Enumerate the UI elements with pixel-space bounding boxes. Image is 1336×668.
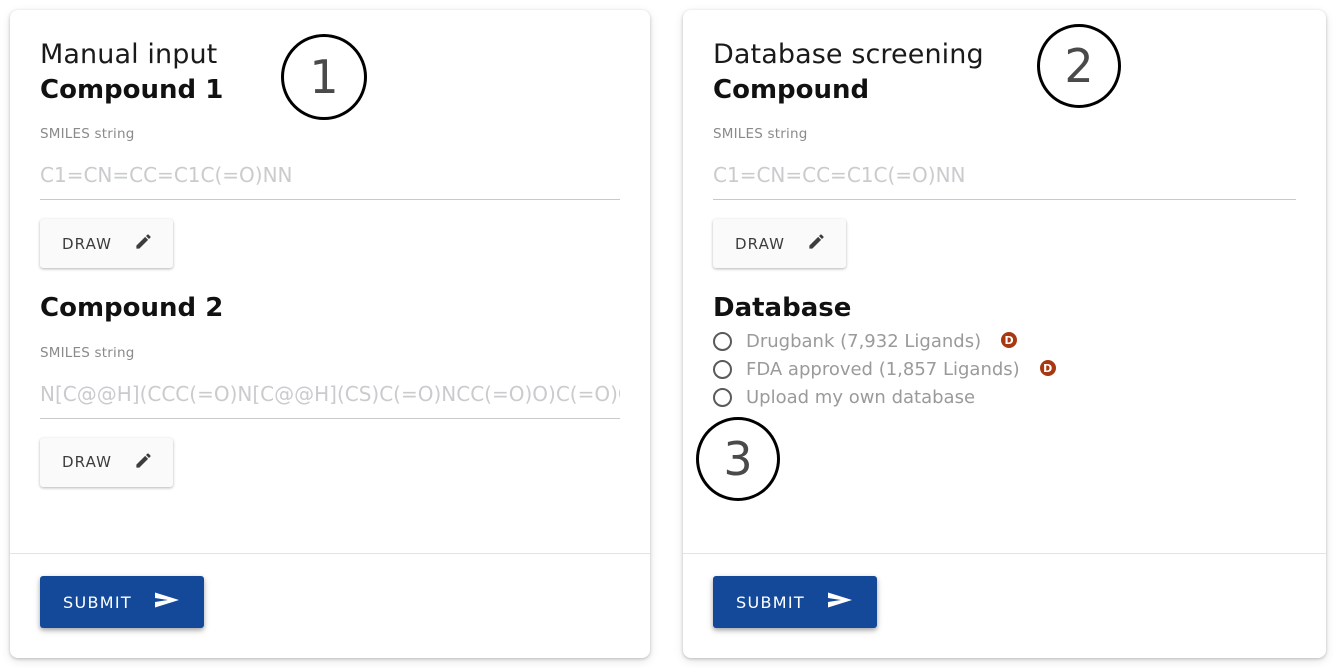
compound-smiles-label: SMILES string — [713, 126, 808, 143]
pencil-icon — [807, 232, 826, 255]
compound-1-smiles-input[interactable] — [40, 163, 620, 201]
database-heading: Database — [713, 293, 852, 324]
draw-button-label: DRAW — [62, 234, 113, 253]
database-screening-submit-button[interactable]: SUBMIT — [713, 576, 877, 628]
database-screening-card-body: Database screening 2 Compound SMILES str… — [683, 10, 1326, 553]
database-option-upload-own[interactable]: Upload my own database — [713, 387, 1296, 408]
database-option-label: Upload my own database — [746, 386, 976, 408]
callout-marker-3: 3 — [696, 417, 780, 501]
compound-2-draw-button[interactable]: DRAW — [40, 437, 174, 487]
draw-button-label: DRAW — [735, 234, 786, 253]
submit-button-label: SUBMIT — [63, 592, 132, 612]
pencil-icon — [134, 451, 153, 474]
database-option-label: Drugbank (7,932 Ligands) — [746, 330, 982, 352]
database-screening-card: Database screening 2 Compound SMILES str… — [683, 10, 1326, 658]
compound-1-draw-button[interactable]: DRAW — [40, 219, 174, 269]
compound-2-smiles-label: SMILES string — [40, 344, 135, 361]
database-radio-group: Drugbank (7,932 Ligands) D FDA approved … — [713, 331, 1296, 408]
manual-input-card-footer: SUBMIT — [10, 553, 650, 658]
submit-button-label: SUBMIT — [736, 592, 805, 612]
draw-button-label: DRAW — [62, 453, 113, 472]
callout-marker-1: 1 — [281, 34, 367, 120]
panel-title-database-screening: Database screening — [713, 39, 984, 70]
manual-input-card-body: Manual input 1 Compound 1 SMILES string … — [10, 10, 650, 553]
callout-marker-2: 2 — [1037, 24, 1121, 108]
panels-container: Manual input 1 Compound 1 SMILES string … — [0, 0, 1336, 668]
compound-heading: Compound — [713, 74, 870, 105]
compound-1-smiles-label: SMILES string — [40, 126, 135, 143]
manual-input-card: Manual input 1 Compound 1 SMILES string … — [10, 10, 650, 658]
database-badge-icon: D — [1039, 360, 1056, 377]
database-option-label: FDA approved (1,857 Ligands) — [746, 358, 1020, 380]
compound-smiles-input[interactable] — [713, 163, 1296, 201]
radio-circle-icon[interactable] — [713, 387, 732, 407]
database-option-fda-approved[interactable]: FDA approved (1,857 Ligands) D — [713, 359, 1296, 380]
compound-2-smiles-input[interactable] — [40, 381, 620, 419]
database-option-drugbank[interactable]: Drugbank (7,932 Ligands) D — [713, 331, 1296, 352]
radio-circle-icon[interactable] — [713, 359, 732, 379]
pencil-icon — [134, 232, 153, 255]
radio-circle-icon[interactable] — [713, 331, 732, 351]
database-screening-card-footer: SUBMIT — [683, 553, 1326, 658]
manual-input-submit-button[interactable]: SUBMIT — [40, 576, 204, 628]
compound-2-heading: Compound 2 — [40, 293, 224, 324]
database-badge-icon: D — [1001, 332, 1018, 349]
send-icon — [154, 590, 180, 614]
send-icon — [827, 590, 853, 614]
compound-draw-button[interactable]: DRAW — [713, 219, 847, 269]
